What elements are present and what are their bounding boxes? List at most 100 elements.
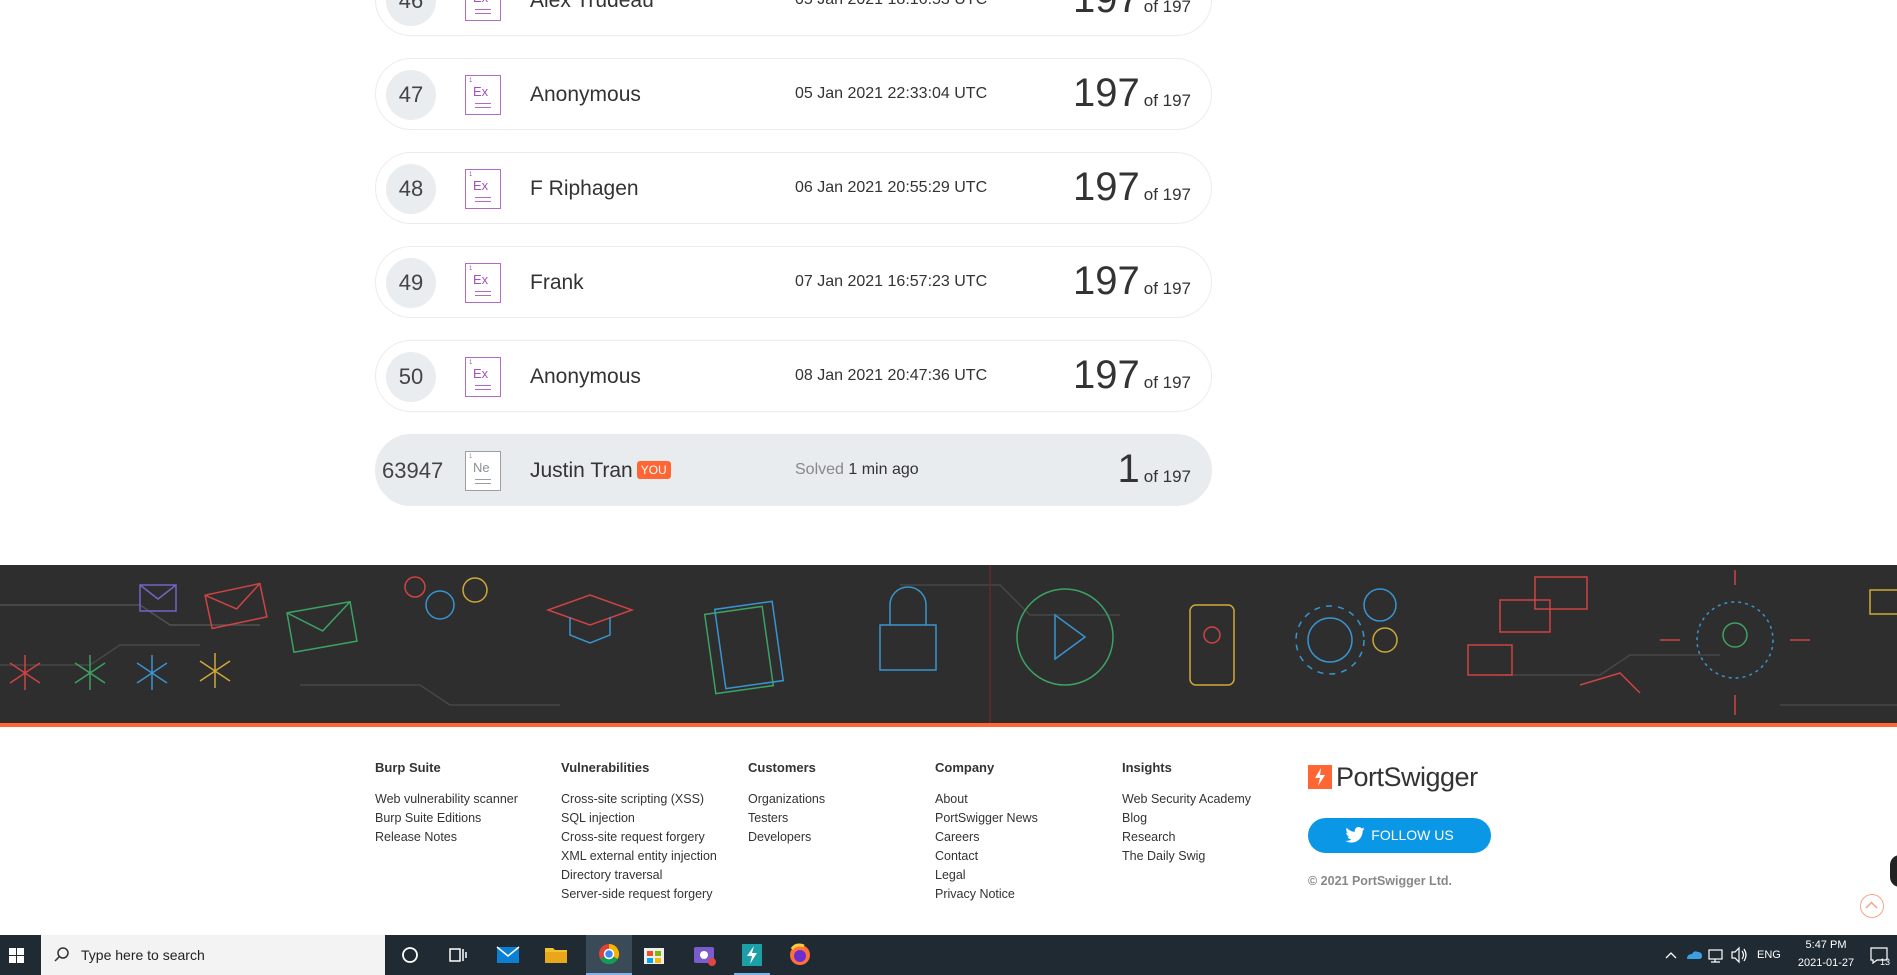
leaderboard-row: 46 1Ex Alex Trudeau 05 Jan 2021 18:16:53… bbox=[375, 0, 1212, 36]
solved-time: 05 Jan 2021 22:33:04 UTC bbox=[795, 85, 988, 102]
leaderboard-row: 49 1 Ex Frank 07 Jan 2021 16:57:23 UTC 19… bbox=[375, 246, 1212, 318]
clock-date[interactable]: 2021-01-27 bbox=[1794, 957, 1858, 969]
score-total: of 197 bbox=[1143, 185, 1191, 204]
footer-heading: Insights bbox=[1122, 760, 1172, 775]
footer-link[interactable]: SQL injection bbox=[561, 809, 717, 828]
footer-link[interactable]: Web vulnerability scanner bbox=[375, 790, 518, 809]
solved-time: 06 Jan 2021 20:55:29 UTC bbox=[795, 179, 988, 196]
cortana-icon bbox=[402, 947, 418, 963]
cortana-button[interactable] bbox=[393, 935, 427, 975]
taskbar-store[interactable] bbox=[636, 935, 672, 975]
leaderboard-row-you: 63947 1 Ne Justin Tran YOU Solved 1 min ag… bbox=[375, 434, 1212, 506]
task-view-button[interactable] bbox=[440, 935, 474, 975]
score-value: 1 bbox=[1117, 447, 1140, 491]
leaderboard-row: 48 1 Ex F Riphagen 06 Jan 2021 20:55:29 U… bbox=[375, 152, 1212, 224]
camera-app-icon bbox=[694, 947, 716, 966]
leaderboard-row: 50 1 Ex Anonymous 08 Jan 2021 20:47:36 UT… bbox=[375, 340, 1212, 412]
score-total: of 197 bbox=[1143, 91, 1191, 110]
footer-link[interactable]: Cross-site scripting (XSS) bbox=[561, 790, 717, 809]
action-center-button[interactable]: 13 bbox=[1866, 935, 1896, 975]
score: 1 of 197 bbox=[1117, 447, 1191, 492]
chrome-icon bbox=[599, 943, 620, 965]
score-total: of 197 bbox=[1143, 373, 1191, 392]
solved-label: Solved bbox=[795, 461, 844, 478]
network-tray[interactable] bbox=[1706, 935, 1726, 975]
footer-link[interactable]: Contact bbox=[935, 847, 1038, 866]
user-name-text: Justin Tran bbox=[530, 459, 633, 482]
footer-link[interactable]: Privacy Notice bbox=[935, 885, 1038, 904]
back-to-top-icon[interactable] bbox=[1860, 894, 1884, 918]
footer-illustration-banner bbox=[0, 565, 1897, 725]
footer-link[interactable]: Release Notes bbox=[375, 828, 518, 847]
footer-link[interactable]: Organizations bbox=[748, 790, 825, 809]
score-value: 197 bbox=[1072, 259, 1140, 303]
badge-label: Ex bbox=[473, 84, 489, 99]
user-name: F Riphagen bbox=[530, 177, 639, 200]
store-icon bbox=[644, 948, 664, 964]
level-badge-icon: 1Ex bbox=[465, 0, 501, 21]
footer-link[interactable]: PortSwigger News bbox=[935, 809, 1038, 828]
taskbar-file-explorer[interactable] bbox=[538, 935, 574, 975]
footer-link[interactable]: About bbox=[935, 790, 1038, 809]
portswigger-logo[interactable]: PortSwigger bbox=[1308, 762, 1478, 792]
footer-link[interactable]: Directory traversal bbox=[561, 866, 717, 885]
footer-link[interactable]: Server-side request forgery bbox=[561, 885, 717, 904]
solved-time: 08 Jan 2021 20:47:36 UTC bbox=[795, 367, 988, 384]
footer-link[interactable]: Burp Suite Editions bbox=[375, 809, 518, 828]
language-indicator[interactable]: ENG bbox=[1757, 949, 1781, 961]
footer-heading: Burp Suite bbox=[375, 760, 441, 775]
rank-number: 47 bbox=[386, 70, 436, 120]
show-hidden-icons[interactable] bbox=[1662, 935, 1680, 975]
rank-number: 63947 bbox=[382, 458, 444, 483]
footer-column-company: Company About PortSwigger News Careers C… bbox=[935, 760, 1038, 904]
rank-number: 46 bbox=[386, 0, 436, 26]
network-icon bbox=[1708, 949, 1723, 963]
score: 197of 197 bbox=[1073, 71, 1191, 116]
level-badge-icon: 1Ex bbox=[465, 75, 501, 115]
taskbar-burp[interactable] bbox=[734, 935, 770, 975]
taskbar-photos[interactable] bbox=[686, 935, 722, 975]
footer-link[interactable]: Legal bbox=[935, 866, 1038, 885]
footer-link[interactable]: Web Security Academy bbox=[1122, 790, 1251, 809]
taskbar-mail[interactable] bbox=[490, 935, 526, 975]
score-total: of 197 bbox=[1143, 279, 1191, 298]
twitter-icon bbox=[1345, 827, 1365, 843]
level-badge-icon: 1Ex bbox=[465, 263, 501, 303]
notification-icon bbox=[1870, 947, 1888, 965]
start-button[interactable] bbox=[0, 935, 40, 975]
volume-tray[interactable] bbox=[1729, 935, 1749, 975]
speaker-icon bbox=[1731, 946, 1747, 964]
footer-link[interactable]: Cross-site request forgery bbox=[561, 828, 717, 847]
footer-link[interactable]: Careers bbox=[935, 828, 1038, 847]
banner-accent-line bbox=[0, 723, 1897, 727]
portswigger-mark-icon bbox=[1308, 765, 1332, 789]
side-panel-handle[interactable] bbox=[1890, 855, 1897, 887]
score-total: of 197 bbox=[1143, 0, 1191, 16]
clock-time[interactable]: 5:47 PM bbox=[1800, 939, 1852, 951]
score: 197of 197 bbox=[1073, 0, 1191, 22]
twitter-follow-button[interactable]: FOLLOW US bbox=[1308, 818, 1491, 853]
level-badge-icon: 1Ex bbox=[465, 169, 501, 209]
onedrive-tray[interactable] bbox=[1684, 935, 1704, 975]
badge-label: Ex bbox=[473, 0, 488, 5]
score-value: 197 bbox=[1072, 353, 1140, 397]
level-badge-icon: 1Ex bbox=[465, 357, 501, 397]
footer-link[interactable]: Developers bbox=[748, 828, 825, 847]
footer-link[interactable]: Testers bbox=[748, 809, 825, 828]
taskbar-chrome[interactable] bbox=[586, 935, 632, 975]
footer-link[interactable]: The Daily Swig bbox=[1122, 847, 1251, 866]
illustration-icon bbox=[0, 565, 1897, 725]
task-view-icon bbox=[449, 948, 467, 962]
rank-number: 50 bbox=[386, 352, 436, 402]
footer-heading: Company bbox=[935, 760, 995, 775]
taskbar-firefox[interactable] bbox=[782, 935, 818, 975]
user-name: Anonymous bbox=[530, 365, 641, 388]
score-value: 197 bbox=[1072, 71, 1140, 115]
footer-link[interactable]: XML external entity injection bbox=[561, 847, 717, 866]
solved-ago: 1 min ago bbox=[848, 461, 919, 478]
footer-column-insights: Insights Web Security Academy Blog Resea… bbox=[1122, 760, 1251, 866]
footer-link[interactable]: Research bbox=[1122, 828, 1251, 847]
footer-link[interactable]: Blog bbox=[1122, 809, 1251, 828]
solved-time: Solved 1 min ago bbox=[795, 461, 919, 479]
taskbar-search-input[interactable]: Type here to search bbox=[41, 935, 385, 975]
